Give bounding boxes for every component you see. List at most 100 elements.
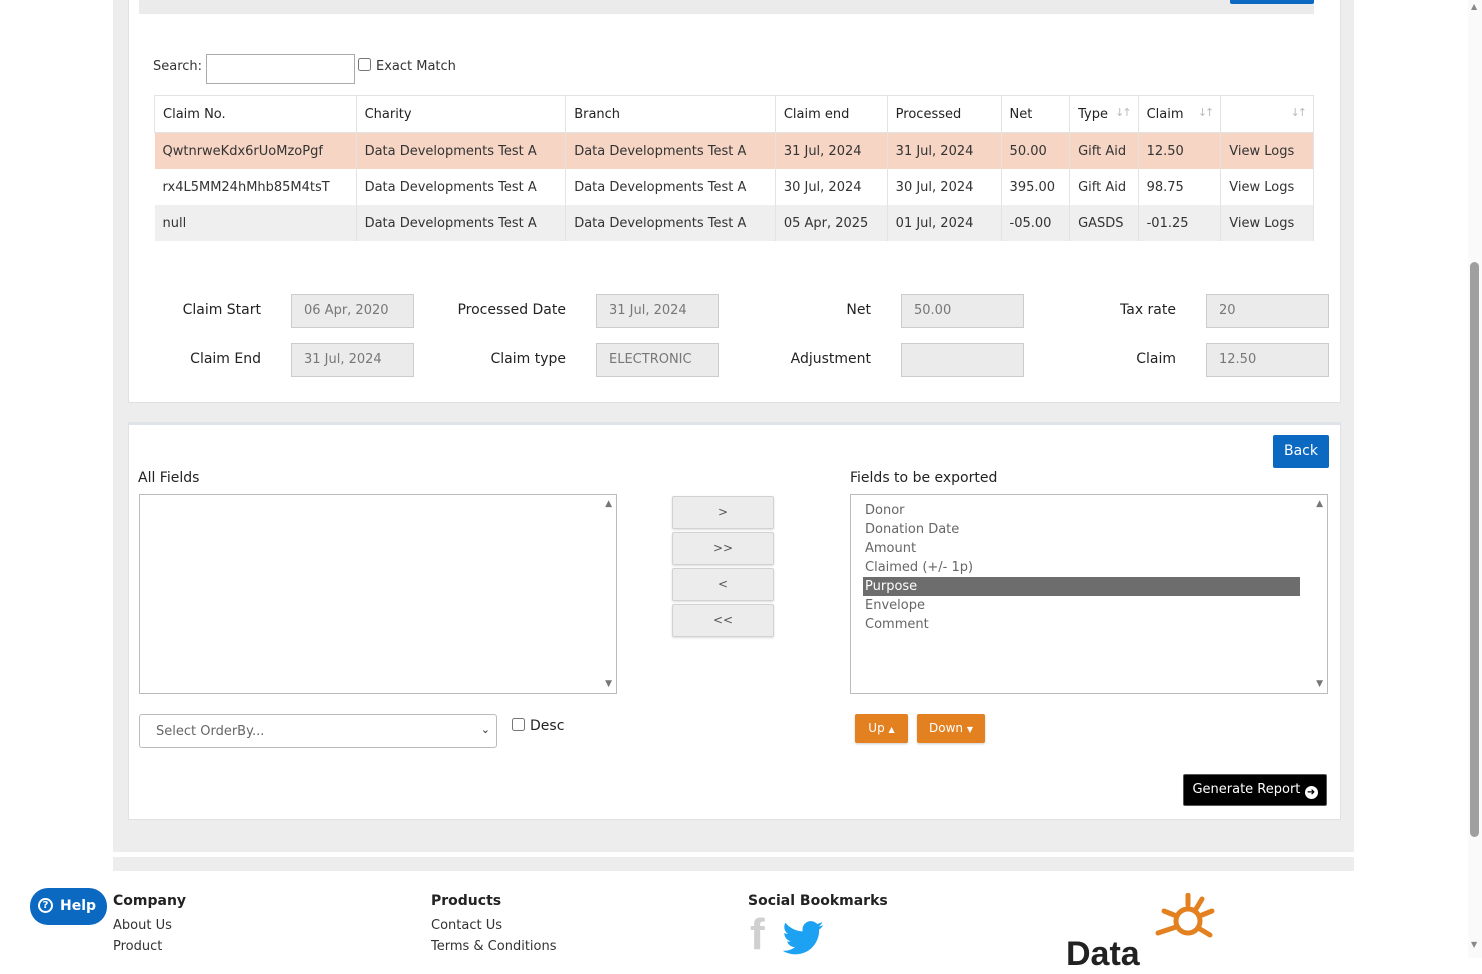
claim-start-field[interactable]: 06 Apr, 2020 [291, 294, 414, 328]
question-icon: ? [38, 898, 53, 913]
col-actions[interactable]: ↓↑ [1220, 95, 1314, 133]
table-row[interactable]: null Data Developments Test A Data Devel… [154, 205, 1314, 241]
help-button[interactable]: ? Help [30, 888, 107, 925]
search-label: Search: [153, 59, 203, 74]
move-up-button[interactable]: Up ▲ [855, 714, 908, 743]
adjustment-field[interactable] [901, 343, 1024, 377]
facebook-icon[interactable]: f [750, 912, 765, 958]
cell-claim-end: 31 Jul, 2024 [775, 132, 888, 169]
col-branch[interactable]: Branch [565, 95, 776, 133]
move-all-left-button[interactable]: << [672, 604, 774, 637]
table-row[interactable]: rx4L5MM24hMhb85M4tsT Data Developments T… [154, 169, 1314, 205]
cell-type: Gift Aid [1069, 169, 1139, 205]
cell-charity: Data Developments Test A [356, 169, 567, 205]
scroll-up-icon[interactable]: ▲ [605, 499, 612, 509]
claim-label: Claim [1136, 351, 1176, 367]
list-item[interactable]: Donation Date [863, 520, 1300, 539]
sort-icon: ↓↑ [1115, 106, 1132, 119]
scroll-down-icon[interactable]: ▼ [1471, 940, 1477, 949]
col-claim-label: Claim [1146, 106, 1184, 122]
claim-type-field[interactable]: ELECTRONIC [596, 343, 719, 377]
net-label: Net [846, 302, 871, 318]
move-selected-right-button[interactable]: > [672, 496, 774, 529]
tax-rate-field[interactable]: 20 [1206, 294, 1329, 328]
cell-net: 395.00 [1001, 169, 1071, 205]
cell-branch: Data Developments Test A [565, 205, 776, 241]
search-input[interactable] [206, 54, 355, 84]
move-selected-left-button[interactable]: < [672, 568, 774, 601]
view-logs-link[interactable]: View Logs [1220, 205, 1314, 241]
card-header-bar [139, 0, 1314, 14]
col-processed[interactable]: Processed [886, 95, 1002, 133]
list-item[interactable]: Claimed (+/- 1p) [863, 558, 1300, 577]
fields-exported-label: Fields to be exported [850, 470, 998, 486]
table-row[interactable]: QwtnrweKdx6rUoMzoPgf Data Developments T… [154, 132, 1314, 169]
footer-social-title: Social Bookmarks [748, 893, 888, 909]
cell-claim-end: 30 Jul, 2024 [775, 169, 888, 205]
view-logs-link[interactable]: View Logs [1220, 132, 1314, 169]
desc-checkbox[interactable] [512, 718, 525, 731]
net-field[interactable]: 50.00 [901, 294, 1024, 328]
cell-branch: Data Developments Test A [565, 132, 776, 169]
header-button[interactable] [1230, 0, 1314, 4]
move-all-right-button[interactable]: >> [672, 532, 774, 565]
list-item[interactable]: Donor [863, 501, 1300, 520]
move-up-label: Up [868, 721, 885, 735]
help-label: Help [60, 898, 97, 914]
page-scrollbar[interactable]: ▲ ▼ [1468, 0, 1482, 958]
cell-claim: 98.75 [1138, 169, 1222, 205]
col-claim-no[interactable]: Claim No. [154, 95, 357, 133]
caret-down-icon: ▼ [966, 725, 973, 734]
list-item[interactable]: Amount [863, 539, 1300, 558]
footer-link-contact[interactable]: Contact Us [431, 918, 502, 933]
scroll-up-icon[interactable]: ▲ [1471, 2, 1477, 11]
claim-end-label: Claim End [190, 351, 261, 367]
all-fields-list[interactable]: ▲ ▼ [139, 494, 617, 694]
move-down-button[interactable]: Down ▼ [917, 714, 985, 743]
footer-products-title: Products [431, 893, 502, 909]
cell-claim: -01.25 [1138, 205, 1222, 241]
twitter-icon[interactable] [782, 921, 824, 955]
list-item[interactable]: Envelope [863, 596, 1300, 615]
sort-icon: ↓↑ [1290, 106, 1308, 119]
processed-date-field[interactable]: 31 Jul, 2024 [596, 294, 719, 328]
footer-link-product[interactable]: Product [113, 939, 162, 954]
col-type[interactable]: Type ↓↑ [1069, 95, 1139, 133]
cell-type: GASDS [1069, 205, 1139, 241]
adjustment-label: Adjustment [790, 351, 871, 367]
scrollbar-thumb[interactable] [1470, 262, 1479, 837]
table-header-row: Claim No. Charity Branch Claim end Proce… [154, 95, 1314, 133]
list-item[interactable]: Comment [863, 615, 1300, 634]
col-net[interactable]: Net [1000, 95, 1071, 133]
back-button[interactable]: Back [1273, 435, 1329, 468]
generate-report-button[interactable]: Generate Report ➜ [1183, 774, 1327, 806]
claim-start-label: Claim Start [182, 302, 261, 318]
col-type-label: Type [1078, 106, 1108, 122]
exported-fields-list[interactable]: Donor Donation Date Amount Claimed (+/- … [850, 494, 1328, 694]
view-logs-link[interactable]: View Logs [1220, 169, 1314, 205]
cell-processed: 31 Jul, 2024 [887, 132, 1002, 169]
col-claim-end[interactable]: Claim end [774, 95, 888, 133]
footer-link-about[interactable]: About Us [113, 918, 172, 933]
claim-end-field[interactable]: 31 Jul, 2024 [291, 343, 414, 377]
scroll-down-icon[interactable]: ▼ [1316, 679, 1323, 689]
scroll-down-icon[interactable]: ▼ [605, 679, 612, 689]
col-charity[interactable]: Charity [355, 95, 567, 133]
orderby-select[interactable]: Select OrderBy... ⌄ [139, 714, 497, 748]
cell-net: 50.00 [1001, 132, 1071, 169]
claim-field[interactable]: 12.50 [1206, 343, 1329, 377]
exact-match-checkbox[interactable] [358, 58, 371, 71]
footer-link-terms[interactable]: Terms & Conditions [431, 939, 557, 954]
cell-processed: 01 Jul, 2024 [887, 205, 1002, 241]
footer-divider [113, 857, 1354, 871]
list-item-selected[interactable]: Purpose [863, 577, 1300, 596]
cell-processed: 30 Jul, 2024 [887, 169, 1002, 205]
cell-claim-no: QwtnrweKdx6rUoMzoPgf [154, 132, 357, 169]
cell-type: Gift Aid [1069, 132, 1139, 169]
claim-type-label: Claim type [490, 351, 567, 367]
scroll-up-icon[interactable]: ▲ [1316, 499, 1323, 509]
col-claim[interactable]: Claim ↓↑ [1137, 95, 1222, 133]
footer-logo-text: Data [1066, 935, 1140, 973]
processed-date-label: Processed Date [457, 302, 566, 318]
cell-charity: Data Developments Test A [356, 132, 567, 169]
